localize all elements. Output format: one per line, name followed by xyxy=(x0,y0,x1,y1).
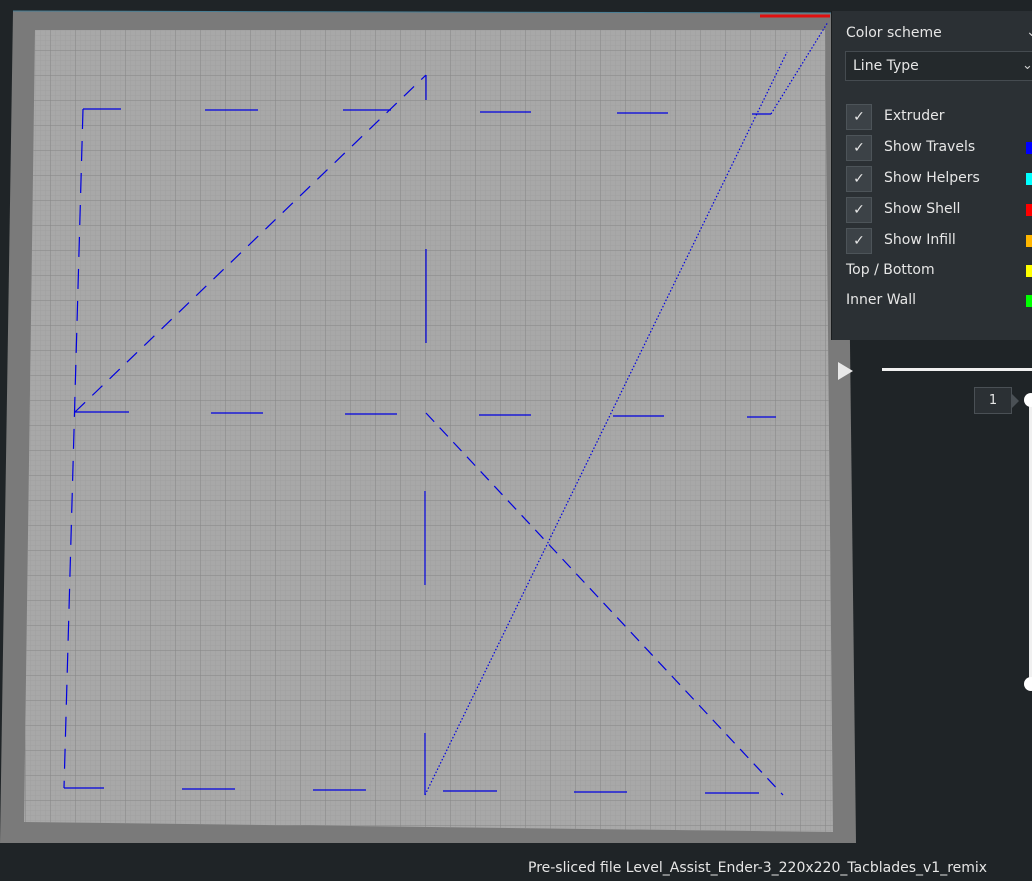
current-layer-box[interactable]: 1 xyxy=(974,387,1019,414)
color-scheme-selected: Line Type xyxy=(853,58,919,74)
option-label: Show Helpers xyxy=(884,170,980,186)
checkbox-extruder[interactable]: ✓ xyxy=(846,104,872,130)
option-label: Show Travels xyxy=(884,139,976,155)
option-extruder[interactable]: ✓ Extruder xyxy=(846,104,1032,130)
swatch-shell xyxy=(1026,204,1032,216)
swatch-travels xyxy=(1026,142,1032,154)
checkbox-show-shell[interactable]: ✓ xyxy=(846,197,872,223)
option-label: Show Shell xyxy=(884,201,961,217)
layer-slider-upper-handle[interactable] xyxy=(1024,393,1032,407)
collapse-chevron-icon[interactable]: ⌄ xyxy=(1026,24,1032,40)
option-label: Extruder xyxy=(884,108,945,124)
legend-top-bottom: Top / Bottom xyxy=(846,262,935,278)
option-show-shell[interactable]: ✓ Show Shell xyxy=(846,197,1032,223)
bed-grid-coarse xyxy=(24,30,833,832)
color-scheme-panel: Color scheme ⌄ Line Type ⌄ ✓ Extruder ✓ … xyxy=(831,11,1032,340)
checkbox-show-infill[interactable]: ✓ xyxy=(846,228,872,254)
option-show-travels[interactable]: ✓ Show Travels xyxy=(846,135,1032,161)
color-scheme-title: Color scheme xyxy=(846,25,942,41)
option-show-infill[interactable]: ✓ Show Infill xyxy=(846,228,1032,254)
swatch-inner-wall xyxy=(1026,295,1032,307)
chevron-down-icon: ⌄ xyxy=(1022,58,1032,73)
layer-slider-lower-handle[interactable] xyxy=(1024,677,1032,691)
swatch-infill xyxy=(1026,235,1032,247)
option-show-helpers[interactable]: ✓ Show Helpers xyxy=(846,166,1032,192)
color-scheme-select[interactable]: Line Type ⌄ xyxy=(845,51,1032,81)
play-simulation-icon[interactable] xyxy=(838,362,853,380)
status-message: Pre-sliced file Level_Assist_Ender-3_220… xyxy=(528,860,988,876)
checkbox-show-travels[interactable]: ✓ xyxy=(846,135,872,161)
option-label: Show Infill xyxy=(884,232,956,248)
swatch-top-bottom xyxy=(1026,265,1032,277)
legend-inner-wall: Inner Wall xyxy=(846,292,916,308)
swatch-helpers xyxy=(1026,173,1032,185)
path-slider-track[interactable] xyxy=(882,368,1032,371)
checkbox-show-helpers[interactable]: ✓ xyxy=(846,166,872,192)
